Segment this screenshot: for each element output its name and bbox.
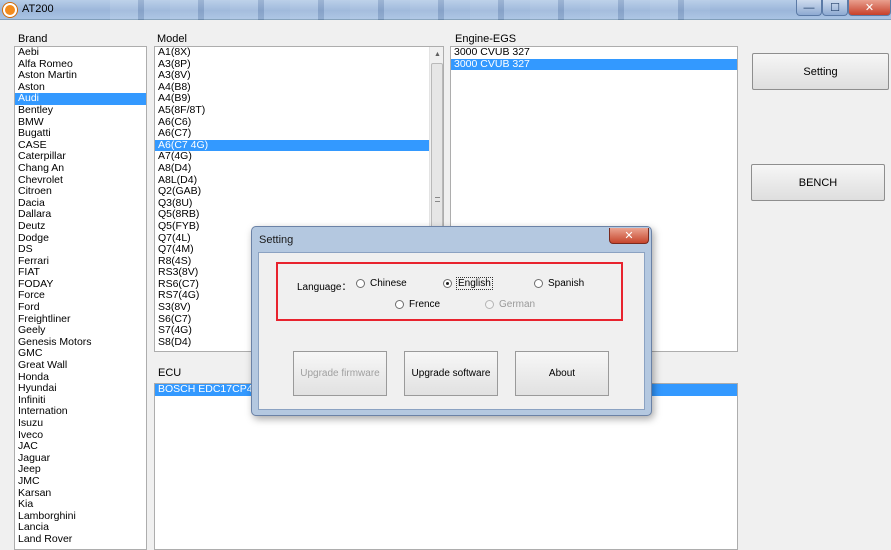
minimize-button[interactable]: — bbox=[796, 0, 822, 16]
radio-button-icon bbox=[534, 279, 543, 288]
language-label: Language： bbox=[297, 282, 352, 293]
scroll-up-icon[interactable]: ▲ bbox=[430, 47, 443, 62]
maximize-button[interactable]: ☐ bbox=[822, 0, 848, 16]
list-item[interactable]: Great Wall bbox=[15, 359, 146, 372]
list-item[interactable]: A6(C7 4G) bbox=[155, 139, 443, 152]
list-item[interactable]: A5(8F/8T) bbox=[155, 104, 443, 117]
app-icon bbox=[3, 3, 17, 17]
radio-button-icon bbox=[356, 279, 365, 288]
radio-button-icon bbox=[395, 300, 404, 309]
bench-button[interactable]: BENCH bbox=[751, 164, 885, 201]
list-item[interactable]: Citroen bbox=[15, 186, 146, 198]
radio-spanish[interactable]: Spanish bbox=[534, 278, 584, 289]
list-item[interactable]: Karsan bbox=[15, 487, 146, 500]
list-item[interactable]: JMC bbox=[15, 475, 146, 488]
list-item[interactable]: A4(B8) bbox=[155, 81, 443, 94]
list-item[interactable]: Chang An bbox=[15, 162, 146, 175]
list-item[interactable]: A3(8P) bbox=[155, 58, 443, 71]
window-title: AT200 bbox=[22, 3, 54, 15]
engine-label: Engine-EGS bbox=[455, 33, 517, 45]
scroll-grip-icon bbox=[435, 197, 440, 202]
list-item[interactable]: Ford bbox=[15, 301, 146, 314]
setting-button[interactable]: Setting bbox=[752, 53, 889, 90]
dialog-body: Language： Chinese English Spanish Frence… bbox=[258, 252, 645, 410]
radio-chinese-label: Chinese bbox=[370, 278, 407, 289]
list-item[interactable]: Dodge bbox=[15, 232, 146, 245]
radio-english-label: English bbox=[456, 277, 493, 290]
brand-list-items: Aebi Alfa Romeo Aston Martin Aston Audi Bentl… bbox=[15, 47, 146, 546]
radio-german: German bbox=[485, 299, 535, 310]
close-icon: ✕ bbox=[864, 2, 875, 14]
list-item[interactable]: A6(C7) bbox=[155, 128, 443, 140]
ecu-label: ECU bbox=[158, 367, 182, 379]
list-item[interactable]: A7(4G) bbox=[155, 151, 443, 163]
list-item[interactable]: A6(C6) bbox=[155, 116, 443, 129]
radio-chinese[interactable]: Chinese bbox=[356, 278, 407, 289]
close-icon: ✕ bbox=[624, 230, 634, 242]
list-item[interactable]: Kia bbox=[15, 499, 146, 511]
model-label: Model bbox=[157, 33, 187, 45]
upgrade-software-button[interactable]: Upgrade software bbox=[404, 351, 498, 396]
list-item[interactable]: Deutz bbox=[15, 220, 146, 233]
close-button[interactable]: ✕ bbox=[848, 0, 891, 16]
list-item[interactable]: 3000 CVUB 327 bbox=[451, 47, 737, 59]
list-item[interactable]: Bentley bbox=[15, 104, 146, 117]
list-item[interactable]: 3000 CVUB 327 bbox=[451, 58, 737, 71]
radio-german-label: German bbox=[499, 299, 536, 310]
upgrade-firmware-button: Upgrade firmware bbox=[293, 351, 387, 396]
dialog-title: Setting bbox=[259, 234, 294, 246]
list-item[interactable]: A8(D4) bbox=[155, 162, 443, 175]
radio-french-label: Frence bbox=[409, 299, 441, 310]
radio-english[interactable]: English bbox=[443, 277, 493, 290]
list-item[interactable]: DS bbox=[15, 243, 146, 256]
maximize-icon: ☐ bbox=[830, 2, 840, 14]
radio-french[interactable]: Frence bbox=[395, 299, 440, 310]
title-bar: AT200 — ☐ ✕ bbox=[0, 0, 891, 20]
list-item[interactable]: Aebi bbox=[15, 47, 146, 59]
brand-label: Brand bbox=[18, 33, 48, 45]
minimize-icon: — bbox=[803, 1, 815, 14]
list-item[interactable]: Isuzu bbox=[15, 417, 146, 430]
title-bar-background bbox=[110, 0, 710, 20]
brand-list[interactable]: Aebi Alfa Romeo Aston Martin Aston Audi Bentl… bbox=[14, 46, 147, 550]
radio-spanish-label: Spanish bbox=[548, 278, 585, 289]
about-button[interactable]: About bbox=[515, 351, 609, 396]
list-item[interactable]: A3(8V) bbox=[155, 70, 443, 82]
list-item[interactable]: Q2(GAB) bbox=[155, 186, 443, 198]
radio-button-checked-icon bbox=[443, 279, 452, 288]
radio-button-icon bbox=[485, 300, 494, 309]
list-item[interactable]: Land Rover bbox=[15, 533, 146, 546]
engine-list-items: 3000 CVUB 327 3000 CVUB 327 bbox=[451, 47, 737, 71]
list-item[interactable]: A1(8X) bbox=[155, 47, 443, 59]
setting-dialog: Setting ✕ Language： Chinese English Span… bbox=[251, 226, 652, 416]
dialog-close-button[interactable]: ✕ bbox=[609, 228, 649, 244]
list-item[interactable]: Bugatti bbox=[15, 128, 146, 140]
